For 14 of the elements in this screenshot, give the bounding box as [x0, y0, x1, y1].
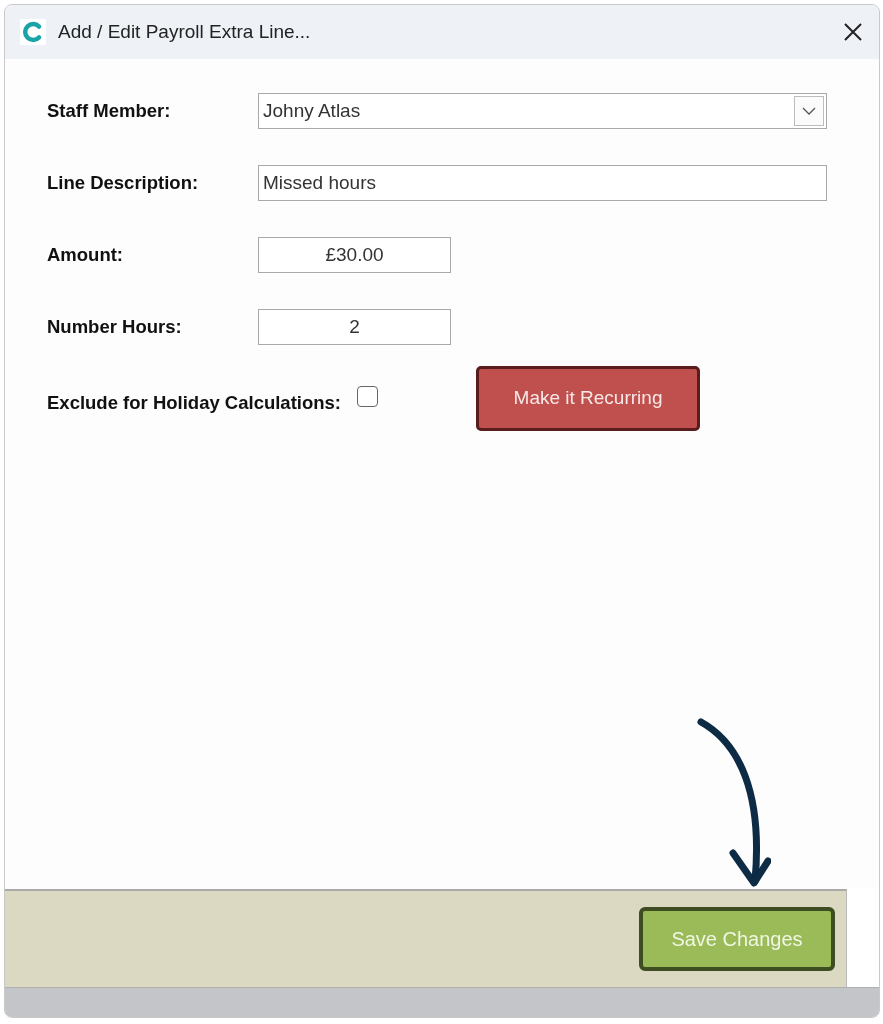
field-label: Line Description: — [47, 171, 200, 196]
number-field[interactable]: £30.00 — [258, 237, 451, 273]
close-icon[interactable] — [843, 22, 863, 42]
logo-icon — [20, 19, 46, 45]
field-label: Number Hours: — [47, 315, 183, 340]
number-field[interactable]: 2 — [258, 309, 451, 345]
checkbox[interactable] — [357, 385, 378, 407]
field-label: Amount: — [47, 243, 125, 268]
window-title: Add / Edit Payroll Extra Line... — [58, 19, 311, 44]
make-recurring-button[interactable]: Make it Recurring — [476, 366, 700, 431]
field-label: Exclude for Holiday Calculations: — [47, 391, 341, 416]
field-label: Staff Member: — [47, 99, 172, 124]
text-field[interactable]: Missed hours — [258, 165, 827, 201]
staff-dropdown[interactable]: Johny Atlas — [258, 93, 827, 129]
